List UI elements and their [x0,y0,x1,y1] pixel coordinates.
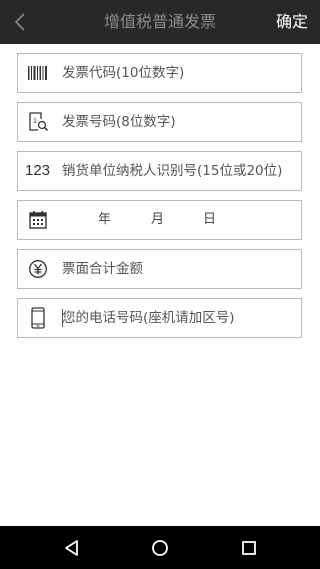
invoice-number-field[interactable]: 1 发票号码(8位数字) [17,102,302,142]
recents-square-icon [242,541,256,555]
phone-field[interactable]: 您的电话号码(座机请加区号) [17,298,302,338]
invoice-number-input[interactable]: 发票号码(8位数字) [62,103,176,141]
invoice-code-field[interactable]: 发票代码(10位数字) [17,53,302,93]
amount-field[interactable]: 票面合计金额 [17,249,302,289]
month-picker[interactable]: 月 [151,201,164,239]
screen: 增值税普通发票 确定 发票代码(10位数字) 1 发票号码(8位数字) 123 … [0,0,320,569]
invoice-date-field[interactable]: 年 月 日 [17,200,302,240]
taxpayer-id-input[interactable]: 销货单位纳税人识别号(15位或20位) [62,152,282,190]
document-search-icon: 1 [26,110,50,134]
chevron-left-icon [14,13,25,31]
back-button[interactable] [6,8,34,36]
page-title: 增值税普通发票 [103,12,216,31]
day-picker[interactable]: 日 [203,201,216,239]
number-123-icon: 123 [25,162,51,179]
back-triangle-icon [65,540,78,556]
phone-input[interactable]: 您的电话号码(座机请加区号) [62,299,235,337]
nav-back-button[interactable] [58,534,86,562]
nav-home-button[interactable] [146,534,174,562]
taxpayer-id-field[interactable]: 123 销货单位纳税人识别号(15位或20位) [17,151,302,191]
svg-text:1: 1 [33,118,37,125]
invoice-code-input[interactable]: 发票代码(10位数字) [62,54,184,92]
amount-input[interactable]: 票面合计金额 [62,250,143,288]
year-picker[interactable]: 年 [98,201,111,239]
confirm-button[interactable]: 确定 [276,0,308,44]
system-nav-bar [0,526,320,569]
app-header: 增值税普通发票 确定 [0,0,320,44]
home-circle-icon [152,540,168,556]
yuan-icon [26,257,50,281]
calendar-icon [26,208,50,232]
phone-icon [26,306,50,330]
nav-recents-button[interactable] [235,534,263,562]
barcode-icon [26,61,50,85]
